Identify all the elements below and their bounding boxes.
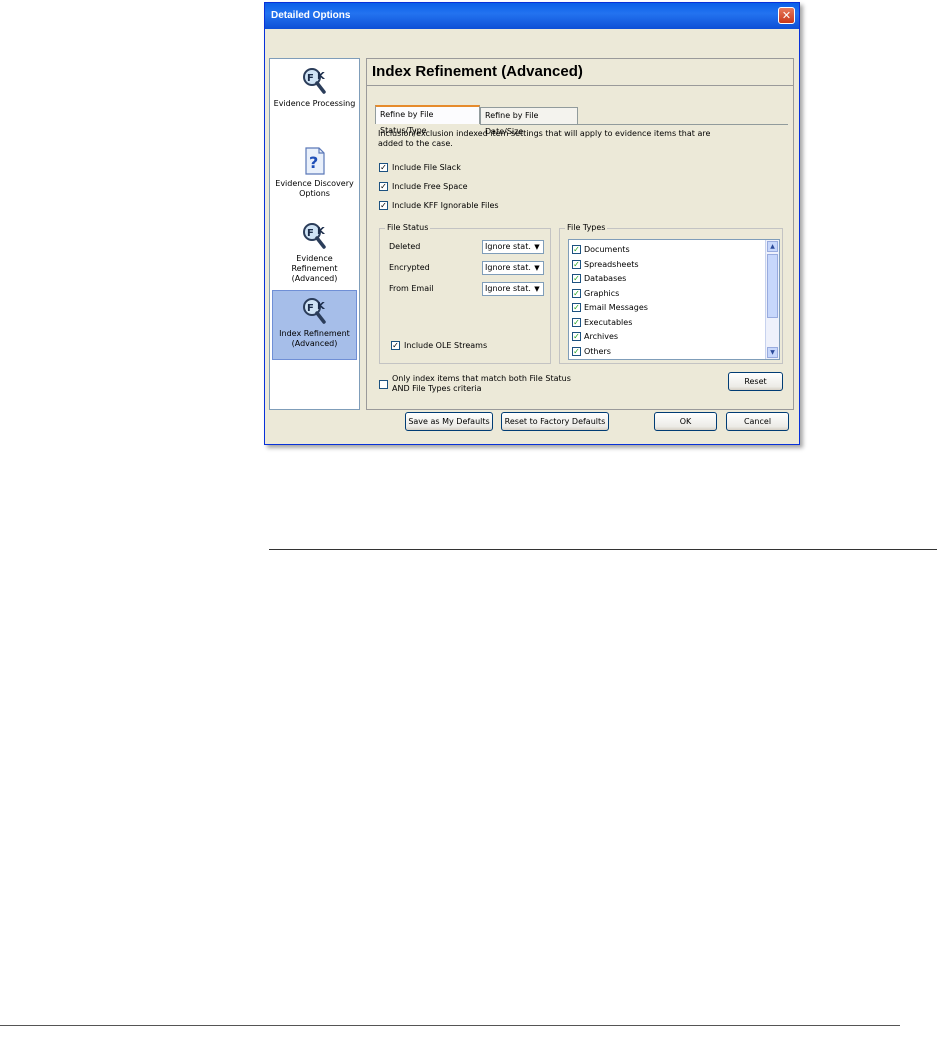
from-email-label: From Email [389, 284, 434, 293]
list-item-label: Documents [584, 245, 630, 254]
select-value: Ignore stat. [485, 242, 531, 251]
databases-checkbox[interactable]: ✓ [572, 274, 581, 283]
include-file-slack-label: Include File Slack [392, 163, 461, 172]
list-item-label: Databases [584, 274, 627, 283]
chevron-down-icon: ▼ [534, 243, 540, 251]
scroll-thumb[interactable] [767, 254, 778, 318]
options-nav: F K Evidence Processing ? Evidence Disco… [269, 58, 360, 410]
close-button[interactable]: ✕ [778, 7, 795, 24]
select-value: Ignore stat. [485, 284, 531, 293]
match-both-line-2: AND File Types criteria [392, 384, 482, 393]
nav-item-evidence-refinement[interactable]: F K Evidence Refinement (Advanced) [272, 222, 357, 283]
file-types-list[interactable]: ✓ Documents ✓ Spreadsheets ✓ Databases ✓… [568, 239, 780, 360]
ok-button[interactable]: OK [654, 412, 717, 431]
tab-refine-by-date-size[interactable]: Refine by File Date/Size [480, 107, 578, 136]
chevron-down-icon: ▼ [534, 285, 540, 293]
encrypted-label: Encrypted [389, 263, 430, 272]
nav-item-index-refinement[interactable]: F K Index Refinement (Advanced) [272, 290, 357, 360]
include-ole-streams-label: Include OLE Streams [404, 341, 488, 350]
horizontal-rule [269, 549, 937, 550]
deleted-label: Deleted [389, 242, 421, 251]
svg-text:K: K [317, 226, 326, 237]
file-status-group-label: File Status [385, 223, 431, 233]
nav-item-label: Evidence Refinement (Advanced) [291, 254, 338, 283]
file-status-group: File Status Deleted Ignore stat. ▼ Encry… [379, 223, 551, 364]
ftk-magnifier-icon: F K [302, 223, 326, 249]
match-both-criteria-checkbox[interactable] [379, 380, 388, 389]
list-item-label: Graphics [584, 288, 620, 298]
help-document-icon: ? [304, 147, 325, 175]
others-checkbox[interactable]: ✓ [572, 346, 581, 356]
footer-rule [0, 1025, 900, 1026]
content-header: Index Refinement (Advanced) [367, 59, 793, 86]
nav-item-evidence-discovery[interactable]: ? Evidence Discovery Options [272, 147, 357, 201]
deleted-status-select[interactable]: Ignore stat. ▼ [482, 240, 544, 254]
dialog-title: Detailed Options [271, 10, 351, 21]
scroll-down-icon[interactable]: ▼ [767, 347, 778, 358]
tab-divider [480, 124, 788, 125]
include-kff-ignorable-label: Include KFF Ignorable Files [392, 201, 499, 210]
email-messages-checkbox[interactable]: ✓ [572, 303, 581, 312]
spreadsheets-checkbox[interactable]: ✓ [572, 259, 581, 269]
list-item-label: Archives [584, 332, 619, 341]
svg-text:K: K [317, 71, 326, 82]
cancel-button[interactable]: Cancel [726, 412, 789, 431]
executables-checkbox[interactable]: ✓ [572, 317, 581, 327]
page-title: Index Refinement (Advanced) [372, 63, 583, 80]
graphics-checkbox[interactable]: ✓ [572, 288, 581, 298]
include-free-space-label: Include Free Space [392, 182, 468, 191]
include-file-slack-checkbox[interactable]: ✓ [379, 163, 388, 172]
ftk-magnifier-icon: F K [302, 68, 326, 94]
list-scrollbar[interactable]: ▲ ▼ [765, 240, 779, 359]
close-icon: ✕ [781, 9, 792, 22]
match-both-line-1: Only index items that match both File St… [392, 374, 571, 383]
list-item-label: Others [584, 346, 611, 356]
nav-item-label: Evidence Discovery Options [275, 179, 354, 198]
archives-checkbox[interactable]: ✓ [572, 332, 581, 341]
ftk-magnifier-icon: F K [302, 298, 326, 324]
list-item-label: Email Messages [584, 303, 648, 312]
nav-item-label: Index Refinement (Advanced) [279, 329, 350, 348]
title-bar[interactable]: Detailed Options ✕ [265, 3, 799, 29]
svg-text:F: F [307, 303, 314, 314]
from-email-status-select[interactable]: Ignore stat. ▼ [482, 282, 544, 296]
include-ole-streams-checkbox[interactable]: ✓ [391, 341, 400, 350]
nav-item-evidence-processing[interactable]: F K Evidence Processing [272, 67, 357, 119]
detailed-options-dialog: Detailed Options ✕ F K Evidence Processi… [264, 2, 800, 445]
svg-text:F: F [307, 73, 314, 84]
include-free-space-checkbox[interactable]: ✓ [379, 182, 388, 191]
documents-checkbox[interactable]: ✓ [572, 245, 581, 254]
encrypted-status-select[interactable]: Ignore stat. ▼ [482, 261, 544, 275]
include-kff-ignorable-checkbox[interactable]: ✓ [379, 201, 388, 210]
nav-item-label: Evidence Processing [273, 99, 356, 108]
tab-refine-by-status-type[interactable]: Refine by File Status/Type [375, 105, 480, 135]
reset-button[interactable]: Reset [728, 372, 783, 391]
list-item-label: Executables [584, 317, 633, 327]
svg-text:?: ? [309, 153, 318, 172]
svg-text:K: K [317, 301, 326, 312]
description-line-1: Inclusion/exclusion indexed item setting… [378, 129, 711, 138]
svg-text:F: F [307, 228, 314, 239]
description-line-2: added to the case. [378, 139, 453, 148]
file-types-group-label: File Types [565, 223, 608, 233]
select-value: Ignore stat. [485, 263, 531, 272]
reset-to-factory-defaults-button[interactable]: Reset to Factory Defaults [501, 412, 609, 431]
chevron-down-icon: ▼ [534, 264, 540, 272]
list-item-label: Spreadsheets [584, 259, 639, 269]
save-as-my-defaults-button[interactable]: Save as My Defaults [405, 412, 493, 431]
scroll-up-icon[interactable]: ▲ [767, 241, 778, 252]
file-types-group: File Types ✓ Documents ✓ Spreadsheets ✓ … [559, 223, 783, 364]
